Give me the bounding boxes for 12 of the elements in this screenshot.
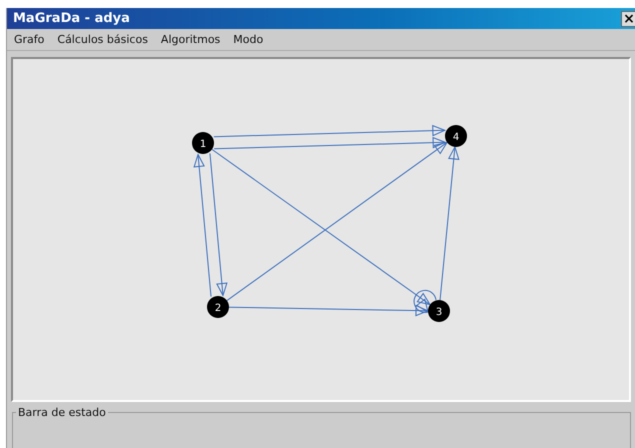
graph-node[interactable]: 4 [445,125,467,147]
close-button[interactable]: × [621,10,635,26]
status-bar-title: Barra de estado [17,406,107,419]
graph-node[interactable]: 3 [428,300,450,322]
menu-item[interactable]: Modo [233,33,264,46]
menu-item[interactable]: Algoritmos [160,33,220,46]
menu-item[interactable]: Cálculos básicos [57,33,148,46]
graph-node[interactable]: 1 [192,132,214,154]
self-loop-arrow [414,290,436,314]
window-title: MaGraDa - adya [13,11,130,26]
menu-item[interactable]: Grafo [14,33,44,46]
graph-node[interactable]: 2 [207,296,229,318]
